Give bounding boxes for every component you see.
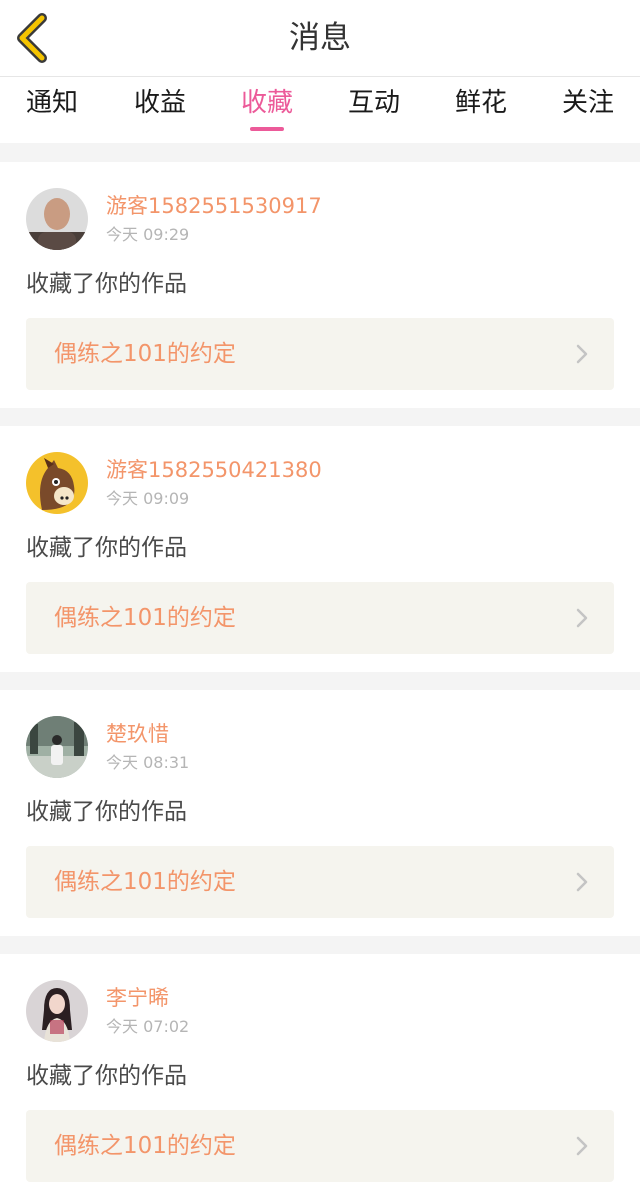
tab-flowers[interactable]: 鲜花	[455, 85, 507, 137]
work-title: 偶练之101的约定	[54, 341, 236, 367]
username[interactable]: 李宁晞	[106, 984, 169, 1012]
action-text: 收藏了你的作品	[26, 271, 187, 297]
tab-label: 关注	[561, 88, 615, 118]
active-tab-indicator	[249, 127, 284, 131]
work-link[interactable]: 偶练之101的约定	[26, 582, 614, 654]
tab-favorites[interactable]: 收藏	[241, 85, 293, 137]
girl-photo-avatar-icon	[26, 980, 88, 1042]
page-title: 消息	[289, 20, 351, 56]
username[interactable]: 楚玖惜	[106, 720, 169, 748]
timestamp: 今天 09:29	[106, 225, 190, 244]
username[interactable]: 游客1582551530917	[106, 192, 322, 220]
street-photo-avatar-icon	[26, 716, 88, 778]
chevron-right-icon	[576, 608, 588, 628]
work-title: 偶练之101的约定	[54, 869, 236, 895]
tab-label: 互动	[347, 88, 401, 118]
tab-notifications[interactable]: 通知	[26, 85, 78, 137]
chevron-right-icon	[576, 344, 588, 364]
work-link[interactable]: 偶练之101的约定	[26, 1110, 614, 1182]
avatar[interactable]	[26, 188, 88, 250]
chevron-right-icon	[576, 1136, 588, 1156]
action-text: 收藏了你的作品	[26, 799, 187, 825]
avatar[interactable]	[26, 452, 88, 514]
action-text: 收藏了你的作品	[26, 535, 187, 561]
tab-label: 鲜花	[454, 88, 508, 118]
work-link[interactable]: 偶练之101的约定	[26, 318, 614, 390]
chevron-right-icon	[576, 872, 588, 892]
tab-label: 通知	[25, 88, 79, 118]
message-card: 楚玖惜 今天 08:31 收藏了你的作品 偶练之101的约定	[0, 690, 640, 936]
tab-following[interactable]: 关注	[562, 85, 614, 137]
username[interactable]: 游客1582550421380	[106, 456, 322, 484]
work-link[interactable]: 偶练之101的约定	[26, 846, 614, 918]
work-title: 偶练之101的约定	[54, 605, 236, 631]
horse-cartoon-avatar-icon	[26, 452, 88, 514]
timestamp: 今天 08:31	[106, 753, 190, 772]
timestamp: 今天 09:09	[106, 489, 190, 508]
top-bar: 消息	[0, 0, 640, 77]
message-card: 游客1582550421380 今天 09:09 收藏了你的作品 偶练之101的…	[0, 426, 640, 672]
message-card: 游客1582551530917 今天 09:29 收藏了你的作品 偶练之101的…	[0, 162, 640, 408]
tab-earnings[interactable]: 收益	[134, 85, 186, 137]
tab-interactions[interactable]: 互动	[348, 85, 400, 137]
message-card: 李宁晞 今天 07:02 收藏了你的作品 偶练之101的约定	[0, 954, 640, 1200]
work-title: 偶练之101的约定	[54, 1133, 236, 1159]
tab-label: 收益	[133, 88, 187, 118]
tab-label: 收藏	[240, 88, 294, 118]
avatar[interactable]	[26, 980, 88, 1042]
action-text: 收藏了你的作品	[26, 1063, 187, 1089]
timestamp: 今天 07:02	[106, 1017, 190, 1036]
avatar[interactable]	[26, 716, 88, 778]
tab-bar: 通知 收益 收藏 互动 鲜花 关注	[0, 77, 640, 143]
man-photo-avatar-icon	[26, 188, 88, 250]
